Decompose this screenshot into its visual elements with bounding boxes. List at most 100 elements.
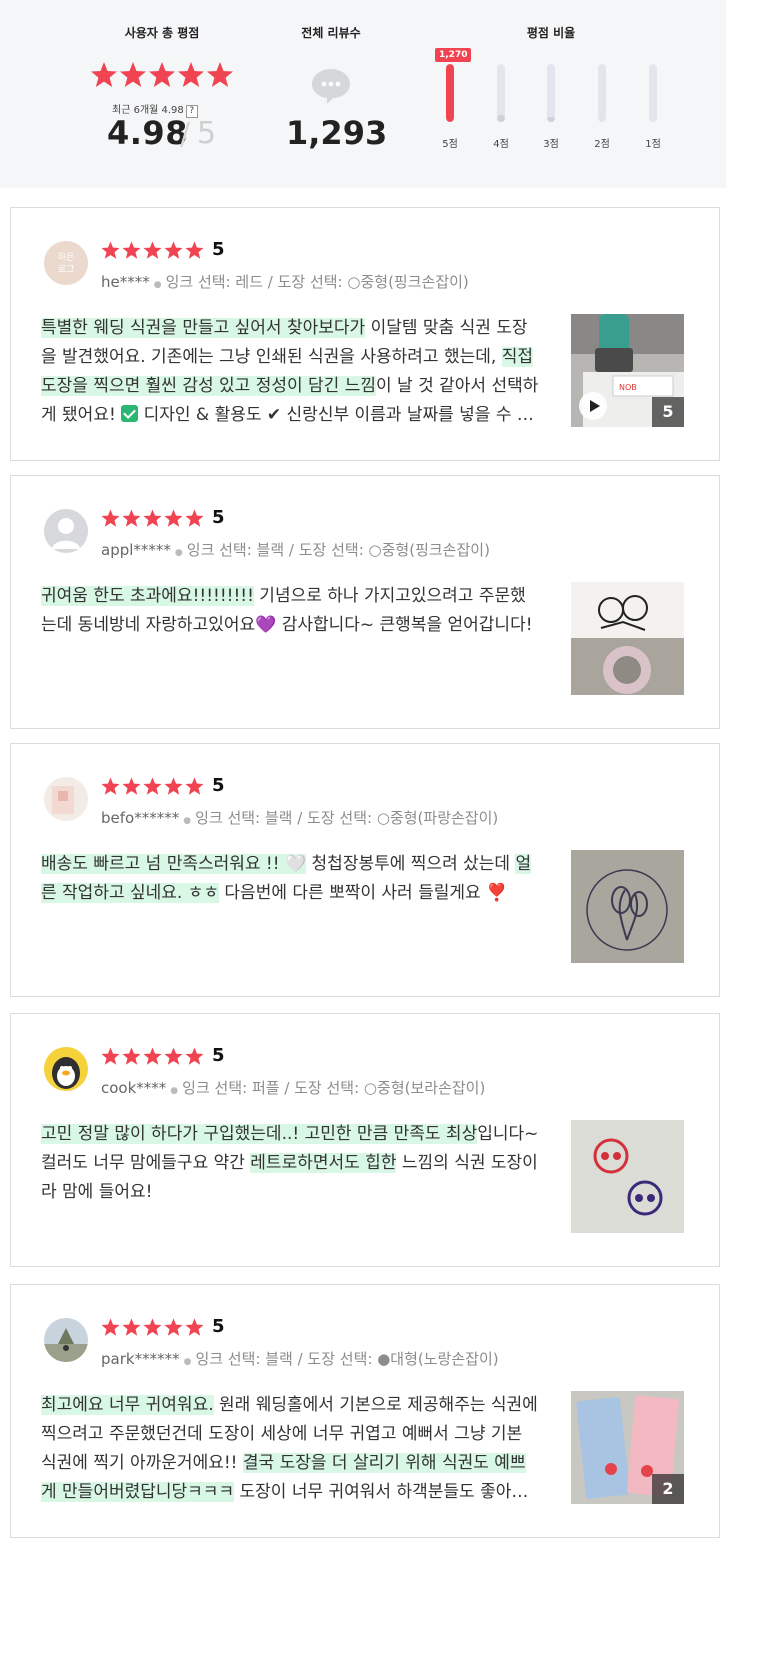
star-icon <box>122 1047 141 1065</box>
avatar <box>44 1047 88 1091</box>
review-card[interactable]: 5 cook**** ● 잉크 선택: 퍼플 / 도장 선택: ○중형(보라손잡이)… <box>10 1013 720 1267</box>
review-options: 잉크 선택: 블랙 / 도장 선택: ○중형(파랑손잡이) <box>195 809 499 827</box>
review-text[interactable]: 특별한 웨딩 식권을 만들고 싶어서 찾아보다가 이달템 맞춤 식권 도장을 발… <box>41 314 541 430</box>
star-icon <box>185 241 204 259</box>
rating-bar-label: 4점 <box>493 139 509 150</box>
rating-bar-label: 2점 <box>594 139 610 150</box>
review-stars-icon <box>101 1318 204 1336</box>
review-card[interactable]: 하은 로그 5 he**** ● 잉크 선택: 레드 / 도장 선택: ○중형(핑크손… <box>10 207 720 461</box>
review-meta: befo****** ● 잉크 선택: 블랙 / 도장 선택: ○중형(파랑손잡이) <box>101 809 499 827</box>
review-username: park****** <box>101 1350 180 1368</box>
review-options: 잉크 선택: 블랙 / 도장 선택: ○중형(핑크손잡이) <box>186 541 490 559</box>
average-heading: 사용자 총 평점 <box>124 26 200 40</box>
rating-bar-2 <box>598 64 606 122</box>
star-icon <box>164 777 183 795</box>
star-icon <box>164 1318 183 1336</box>
review-text-segment: 청첩장봉투에 찍으려 샀는데 <box>306 854 516 874</box>
top-score-count-badge: 1,270 <box>435 48 472 62</box>
rating-bar-fill <box>547 117 555 122</box>
total-review-count: 1,293 <box>286 114 388 152</box>
star-icon <box>164 241 183 259</box>
star-icon <box>101 509 120 527</box>
star-icon <box>122 1318 141 1336</box>
star-icon <box>185 1318 204 1336</box>
star-icon <box>185 509 204 527</box>
star-icon <box>101 241 120 259</box>
review-score: 5 <box>212 239 225 260</box>
star-icon <box>101 1318 120 1336</box>
highlighted-text: 최고에요 너무 귀여워요. <box>41 1395 214 1415</box>
review-card[interactable]: 5 appl***** ● 잉크 선택: 블랙 / 도장 선택: ○중형(핑크손잡이… <box>10 475 720 729</box>
average-stars-icon <box>91 62 233 87</box>
highlighted-text: 레트로하면서도 힙한 <box>250 1153 397 1173</box>
svg-text:NOB: NOB <box>619 383 637 392</box>
svg-text:하은: 하은 <box>58 252 75 263</box>
rating-bar-label: 1점 <box>645 139 661 150</box>
star-icon <box>143 1318 162 1336</box>
avatar <box>44 1318 88 1362</box>
rating-bar-1 <box>649 64 657 122</box>
review-text[interactable]: 귀여움 한도 초과에요!!!!!!!!! 기념으로 하나 가지고있으려고 주문했… <box>41 582 541 698</box>
review-username: he**** <box>101 273 150 291</box>
max-score: 5 <box>197 116 217 151</box>
rating-summary: 사용자 총 평점 전체 리뷰수 평점 비율 최근 6개월 4.98? 4.98 … <box>0 0 726 188</box>
highlighted-text: 귀여움 한도 초과에요!!!!!!!!! <box>41 586 254 606</box>
star-icon <box>101 777 120 795</box>
photo-count-badge: 5 <box>652 397 684 427</box>
score-slash: / <box>180 117 191 152</box>
review-meta: appl***** ● 잉크 선택: 블랙 / 도장 선택: ○중형(핑크손잡이) <box>101 541 490 559</box>
star-icon <box>164 509 183 527</box>
play-video-icon[interactable] <box>579 392 607 420</box>
review-options: 잉크 선택: 블랙 / 도장 선택: ●대형(노랑손잡이) <box>195 1350 499 1368</box>
highlighted-text: 배송도 빠르고 넘 만족스러워요 !! 🤍 <box>41 854 307 874</box>
review-text[interactable]: 고민 정말 많이 하다가 구입했는데..! 고민한 만큼 만족도 최상입니다~ … <box>41 1120 541 1236</box>
svg-text:로그: 로그 <box>58 265 75 275</box>
rating-bar-label: 3점 <box>543 139 559 150</box>
review-stars-icon <box>101 777 204 795</box>
star-icon <box>143 241 162 259</box>
review-stars-icon <box>101 509 204 527</box>
review-photo[interactable]: 2 <box>571 1391 684 1504</box>
rating-bar-5 <box>446 64 454 122</box>
avatar: 하은로그 <box>44 241 88 285</box>
review-photo[interactable] <box>571 850 684 963</box>
review-username: befo****** <box>101 809 180 827</box>
avatar <box>44 509 88 553</box>
check-emoji-icon <box>121 405 139 422</box>
review-card[interactable]: 5 park****** ● 잉크 선택: 블랙 / 도장 선택: ●대형(노랑손잡… <box>10 1284 720 1538</box>
review-score: 5 <box>212 775 225 796</box>
rating-bar-4 <box>497 64 505 122</box>
highlighted-text: 특별한 웨딩 식권을 만들고 싶어서 찾아보다가 <box>41 318 366 338</box>
star-icon <box>122 509 141 527</box>
star-icon <box>185 1047 204 1065</box>
speech-bubble-icon <box>312 69 350 104</box>
highlighted-text: 고민 정말 많이 하다가 구입했는데..! 고민한 만큼 만족도 최상 <box>41 1124 478 1144</box>
review-meta: cook**** ● 잉크 선택: 퍼플 / 도장 선택: ○중형(보라손잡이) <box>101 1079 486 1097</box>
star-icon <box>143 1047 162 1065</box>
review-score: 5 <box>212 507 225 528</box>
rating-bar-fill <box>446 64 454 122</box>
count-heading: 전체 리뷰수 <box>301 26 361 40</box>
review-text[interactable]: 최고에요 너무 귀여워요. 원래 웨딩홀에서 기본으로 제공해주는 식권에 찍으… <box>41 1391 541 1507</box>
review-score: 5 <box>212 1316 225 1337</box>
review-photo[interactable] <box>571 1120 684 1233</box>
star-icon <box>164 1047 183 1065</box>
review-options: 잉크 선택: 레드 / 도장 선택: ○중형(핑크손잡이) <box>165 273 469 291</box>
review-card[interactable]: 5 befo****** ● 잉크 선택: 블랙 / 도장 선택: ○중형(파랑손잡… <box>10 743 720 997</box>
star-icon <box>122 777 141 795</box>
review-options: 잉크 선택: 퍼플 / 도장 선택: ○중형(보라손잡이) <box>182 1079 486 1097</box>
review-stars-icon <box>101 241 204 259</box>
average-score: 4.98 <box>107 114 188 152</box>
review-username: appl***** <box>101 541 171 559</box>
star-icon <box>101 1047 120 1065</box>
rating-bar-3 <box>547 64 555 122</box>
review-photo[interactable]: NOB 5 <box>571 314 684 427</box>
review-photo[interactable] <box>571 582 684 695</box>
review-text[interactable]: 배송도 빠르고 넘 만족스러워요 !! 🤍 청첩장봉투에 찍으려 샀는데 얼른 … <box>41 850 541 966</box>
star-icon <box>143 777 162 795</box>
review-username: cook**** <box>101 1079 167 1097</box>
review-text-segment: 다음번에 다른 뽀짝이 사러 들릴게요 ❣️ <box>219 883 508 903</box>
avatar <box>44 777 88 821</box>
star-icon <box>185 777 204 795</box>
review-meta: park****** ● 잉크 선택: 블랙 / 도장 선택: ●대형(노랑손잡이) <box>101 1350 499 1368</box>
